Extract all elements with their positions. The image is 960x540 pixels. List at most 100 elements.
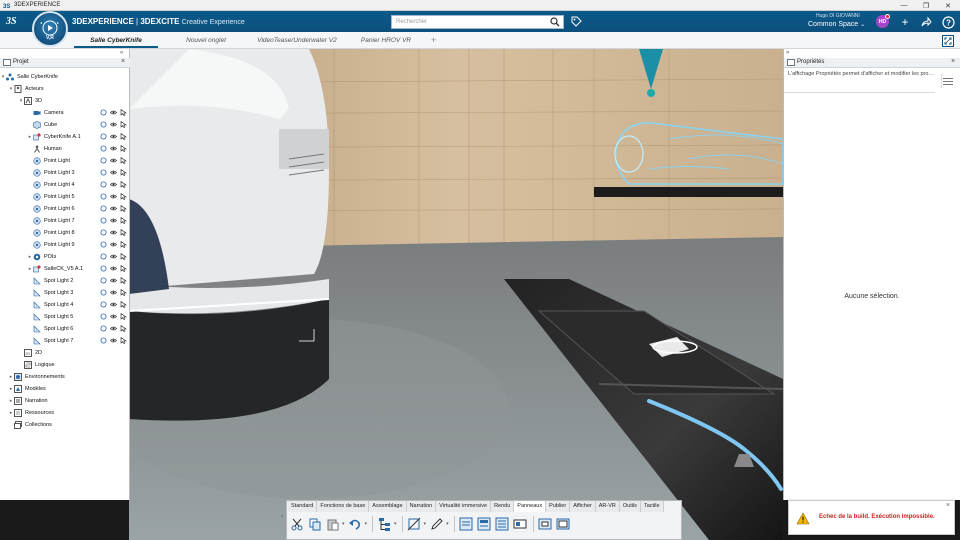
hide-show-icon[interactable] [406,516,423,533]
target-icon[interactable] [100,325,107,332]
panel-layout-5-icon[interactable] [537,516,554,533]
cut-icon[interactable] [288,516,305,533]
action-tab[interactable]: Rendu [491,501,515,512]
panel-layout-4-icon[interactable] [512,516,529,533]
selectable-cursor-icon[interactable] [120,277,127,284]
restore-button[interactable]: ❐ [915,0,937,11]
tree-structure-icon[interactable] [376,516,393,533]
tree-item[interactable]: ▸ Modèles [8,383,46,394]
target-icon[interactable] [100,109,107,116]
visibility-eye-icon[interactable] [110,241,117,248]
tree-item[interactable]: ▸ POIs [27,251,56,262]
paste-icon[interactable] [324,516,341,533]
visibility-eye-icon[interactable] [110,265,117,272]
target-icon[interactable] [100,121,107,128]
target-icon[interactable] [100,277,107,284]
selectable-cursor-icon[interactable] [120,157,127,164]
selectable-cursor-icon[interactable] [120,217,127,224]
minimize-button[interactable]: — [893,0,915,11]
tree-item[interactable]: Collections [8,419,52,430]
pen-icon[interactable] [428,516,445,533]
selectable-cursor-icon[interactable] [120,181,127,188]
tree-item[interactable]: 2D 2D [18,347,42,358]
tree-item[interactable]: Spot Light 5 [27,311,73,322]
dassault-logo-icon[interactable]: 3S [5,14,22,27]
tab-videoteaser[interactable]: VideoTeaserUnderwater V2 [251,35,343,48]
tree-item[interactable]: Spot Light 4 [27,299,73,310]
tree-item[interactable]: ▾ 3D [18,95,42,106]
target-icon[interactable] [100,205,107,212]
action-tab[interactable]: Fonctions de base [317,501,370,512]
selectable-cursor-icon[interactable] [120,265,127,272]
tree-item[interactable]: Point Light 9 [27,239,75,250]
visibility-eye-icon[interactable] [110,169,117,176]
visibility-eye-icon[interactable] [110,205,117,212]
selectable-cursor-icon[interactable] [120,229,127,236]
selectable-cursor-icon[interactable] [120,133,127,140]
visibility-eye-icon[interactable] [110,325,117,332]
target-icon[interactable] [100,337,107,344]
target-icon[interactable] [100,241,107,248]
target-icon[interactable] [100,157,107,164]
target-icon[interactable] [100,217,107,224]
tree-item[interactable]: Point Light 8 [27,227,75,238]
collapse-tree-icon[interactable]: « [120,50,123,56]
action-tab[interactable]: Panneaux [514,501,547,512]
visibility-eye-icon[interactable] [110,301,117,308]
visibility-eye-icon[interactable] [110,145,117,152]
fullscreen-icon[interactable] [942,35,954,47]
visibility-eye-icon[interactable] [110,181,117,188]
selectable-cursor-icon[interactable] [120,145,127,152]
visibility-eye-icon[interactable] [110,253,117,260]
panel-layout-2-icon[interactable] [476,516,493,533]
target-icon[interactable] [100,169,107,176]
collapse-toolbar-icon[interactable]: ‹ [281,514,283,520]
tag-icon[interactable] [570,15,583,28]
tab-panier-hrov[interactable]: Panier HROV VR [352,35,420,48]
share-icon[interactable] [919,15,933,29]
action-tab[interactable]: Afficher [570,501,596,512]
chevron-down-icon[interactable]: ▾ [394,521,397,527]
selectable-cursor-icon[interactable] [120,313,127,320]
tree-item[interactable]: ▸ Environnements [8,371,65,382]
close-notification-button[interactable]: × [946,502,950,509]
selectable-cursor-icon[interactable] [120,289,127,296]
close-window-button[interactable]: ✕ [937,0,959,11]
copy-icon[interactable] [306,516,323,533]
tab-salle-cyberknife[interactable]: Salle CyberKnife [74,35,158,48]
tree-item[interactable]: Human [27,143,62,154]
selectable-cursor-icon[interactable] [120,205,127,212]
search-icon[interactable] [549,16,561,28]
action-tab[interactable]: AR-VR [595,501,620,512]
visibility-eye-icon[interactable] [110,277,117,284]
hamburger-menu-icon[interactable] [941,74,954,88]
action-tab[interactable]: Virtualité immersive [436,501,492,512]
tree-item[interactable]: ▸ SalleCK_V5 A.1 [27,263,83,274]
tree-item[interactable]: Point Light 6 [27,203,75,214]
tree-item[interactable]: ▾ Salle CyberKnife [0,71,58,82]
tree-item[interactable]: Spot Light 3 [27,287,73,298]
visibility-eye-icon[interactable] [110,217,117,224]
tree-item[interactable]: ▸ Ressources [8,407,54,418]
chevron-down-icon[interactable]: ▾ [446,521,449,527]
tab-nouvel-onglet[interactable]: Nouvel onglet [170,35,242,48]
help-icon[interactable]: ? [941,15,955,29]
target-icon[interactable] [100,133,107,140]
action-tab[interactable]: Standard [288,501,318,512]
add-icon[interactable]: + [898,15,912,29]
selectable-cursor-icon[interactable] [120,337,127,344]
selectable-cursor-icon[interactable] [120,169,127,176]
tree-item[interactable]: Spot Light 6 [27,323,73,334]
action-tab[interactable]: Narration [406,501,437,512]
panel-layout-1-icon[interactable] [458,516,475,533]
tree-item[interactable]: Spot Light 7 [27,335,73,346]
tree-item[interactable]: ▸ Narration [8,395,48,406]
tree-item[interactable]: Spot Light 2 [27,275,73,286]
target-icon[interactable] [100,193,107,200]
target-icon[interactable] [100,301,107,308]
visibility-eye-icon[interactable] [110,313,117,320]
selectable-cursor-icon[interactable] [120,253,127,260]
visibility-eye-icon[interactable] [110,289,117,296]
collapse-properties-icon[interactable]: » [786,50,789,56]
panel-layout-3-icon[interactable] [494,516,511,533]
